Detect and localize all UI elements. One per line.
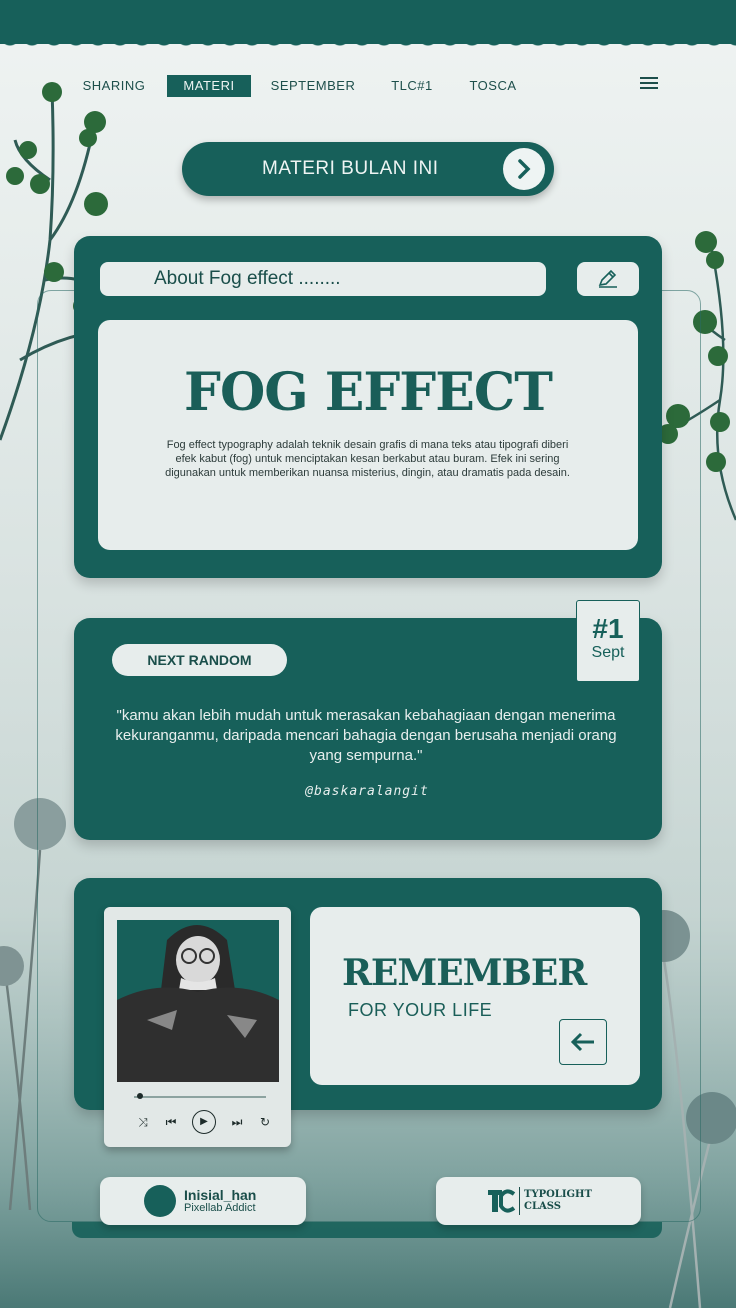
repeat-icon[interactable]: ↻: [258, 1112, 272, 1132]
author-logo-icon: [144, 1185, 176, 1217]
author-subtitle: Pixellab Addict: [184, 1202, 256, 1214]
player-progress-bar[interactable]: [134, 1096, 266, 1098]
search-text: About Fog effect ........: [154, 268, 341, 289]
nav-item-tlc1[interactable]: TLC#1: [388, 75, 436, 97]
next-icon[interactable]: ⏭: [230, 1112, 244, 1132]
badge-month: Sept: [591, 644, 625, 661]
person-photo-icon: [117, 925, 279, 1082]
header-pill-label: MATERI BULAN INI: [262, 158, 439, 179]
chevron-right-icon: [518, 159, 531, 179]
header-next-button[interactable]: [503, 148, 545, 190]
shuffle-icon[interactable]: ⤨: [136, 1112, 150, 1132]
fog-content-panel: [98, 320, 638, 550]
player-progress-handle[interactable]: [136, 1093, 143, 1099]
nav-item-sharing[interactable]: SHARING: [80, 75, 148, 97]
class-label-line1: TYPOLIGHT: [524, 1189, 592, 1200]
player-photo: [117, 920, 279, 1082]
nav-item-tosca[interactable]: TOSCA: [466, 75, 520, 97]
hamburger-menu-icon[interactable]: [640, 74, 658, 92]
fog-description: Fog effect typography adalah teknik desa…: [165, 439, 570, 479]
scalloped-top-border: [0, 0, 736, 52]
class-label: TYPOLIGHT CLASS: [524, 1189, 592, 1213]
edit-button[interactable]: [577, 262, 639, 296]
remember-title: REMEMBER: [342, 952, 587, 994]
back-button[interactable]: [559, 1019, 607, 1065]
class-label-line2: CLASS: [524, 1201, 561, 1212]
author-name: Inisial_han: [184, 1187, 257, 1203]
nav-item-materi[interactable]: MATERI: [167, 75, 251, 97]
badge-number: #1: [592, 613, 624, 644]
quote-author: @baskaralangit: [305, 784, 429, 799]
previous-icon[interactable]: ⏮: [164, 1112, 178, 1132]
quote-text: "kamu akan lebih mudah untuk merasakan k…: [115, 707, 617, 764]
fog-title: FOG EFFECT: [184, 362, 553, 423]
typolight-logo-icon: [488, 1189, 516, 1213]
arrow-left-icon: [570, 1032, 594, 1052]
remember-subtitle: FOR YOUR LIFE: [348, 1000, 493, 1020]
next-random-button[interactable]: NEXT RANDOM: [112, 644, 287, 676]
date-badge: #1 Sept: [576, 600, 640, 682]
play-icon[interactable]: ▶: [192, 1110, 216, 1134]
top-nav: SHARING MATERI SEPTEMBER TLC#1 TOSCA: [0, 75, 736, 97]
nav-item-september[interactable]: SEPTEMBER: [268, 75, 358, 97]
pencil-icon: [598, 269, 617, 288]
class-divider: [519, 1187, 520, 1215]
